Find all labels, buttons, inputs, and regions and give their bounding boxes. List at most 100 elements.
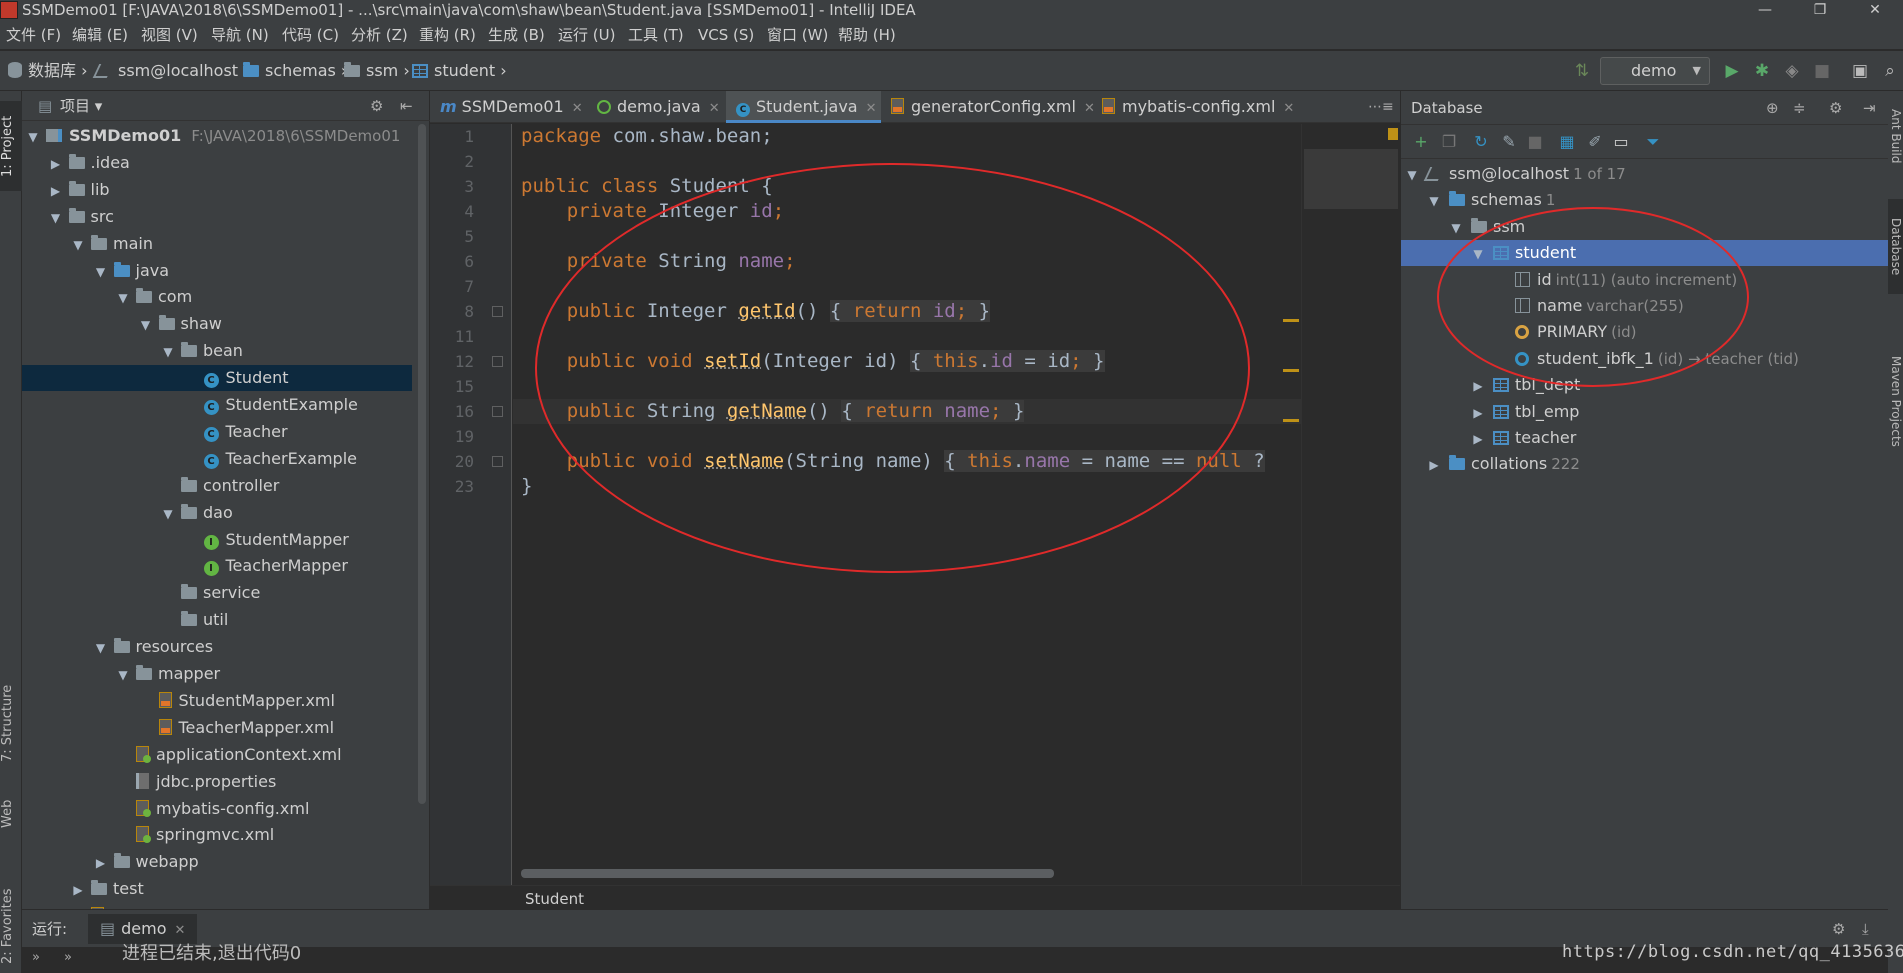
project-tree-item[interactable]: ▼ mapper	[22, 661, 412, 687]
copy-icon[interactable]: ❐	[1439, 132, 1459, 152]
database-tree-item[interactable]: id int(11) (auto increment)	[1401, 267, 1889, 293]
coverage-icon[interactable]: ◈	[1780, 59, 1804, 83]
folded-block[interactable]: { return id; }	[829, 300, 991, 322]
search-icon[interactable]: ⌕	[1878, 59, 1902, 83]
project-tree-item[interactable]: C Student	[22, 365, 412, 392]
warning-marker[interactable]	[1283, 419, 1299, 422]
project-tree-item[interactable]: ▶ lib	[22, 177, 412, 203]
chevron-icon[interactable]: »	[32, 950, 40, 965]
project-tree-item[interactable]: ▼ com	[22, 284, 412, 310]
crumb-schemas[interactable]: schemas ›	[243, 51, 347, 91]
chevron-right-icon[interactable]: ▶	[71, 877, 85, 903]
fold-toggle-icon[interactable]	[492, 406, 503, 417]
project-tree-item[interactable]: springmvc.xml	[22, 822, 412, 848]
project-tree-item[interactable]: jdbc.properties	[22, 769, 412, 795]
chevron-down-icon[interactable]: ▼	[161, 339, 175, 365]
project-view-select[interactable]: 项目 ▾	[60, 91, 102, 121]
refresh-icon[interactable]: ↻	[1471, 132, 1491, 152]
project-tree-item[interactable]: ▼ shaw	[22, 311, 412, 337]
chevron-down-icon[interactable]: ▼	[71, 232, 85, 258]
collapse-all-icon[interactable]: ≑	[1793, 91, 1806, 125]
chevron-down-icon[interactable]: ▼	[94, 635, 108, 661]
tab-web[interactable]: Web	[0, 791, 22, 836]
table-editor-icon[interactable]: ▦	[1557, 132, 1577, 152]
chevron-right-icon[interactable]: ▶	[1427, 452, 1441, 478]
project-tree-item[interactable]: ▼ resources	[22, 634, 412, 660]
tab-list-icon[interactable]: ⋯≡	[1368, 91, 1394, 123]
close-icon[interactable]: ✕	[866, 101, 877, 116]
crumb-table[interactable]: student ›	[412, 51, 507, 91]
database-tree-item[interactable]: name varchar(255)	[1401, 293, 1889, 319]
fold-toggle-icon[interactable]	[492, 306, 503, 317]
database-tree-item[interactable]: ▼ ssm@localhost 1 of 17	[1401, 161, 1889, 187]
project-tree-item[interactable]: TeacherMapper.xml	[22, 715, 412, 741]
tab-ssmdemo01[interactable]: m SSMDemo01 ✕	[430, 91, 587, 123]
hide-panel-icon[interactable]: ⇤	[400, 91, 413, 121]
menu-build[interactable]: 生成 (B)	[488, 20, 545, 50]
chevron-down-icon[interactable]: ▼	[116, 285, 130, 311]
menu-run[interactable]: 运行 (U)	[558, 20, 615, 50]
chevron-down-icon[interactable]: ▼	[1427, 188, 1441, 214]
edit-source-icon[interactable]: ✐	[1585, 132, 1605, 152]
chevron-right-icon[interactable]: ▶	[49, 178, 63, 204]
close-icon[interactable]: ✕	[709, 101, 720, 116]
chevron-down-icon[interactable]: ▼	[116, 662, 130, 688]
menu-vcs[interactable]: VCS (S)	[698, 20, 754, 50]
chevron-down-icon[interactable]: ▼	[1471, 241, 1485, 267]
folded-block[interactable]: { this.id = id; }	[909, 350, 1105, 372]
project-tree-item[interactable]: C TeacherExample	[22, 446, 412, 472]
chevron-down-icon[interactable]: ▼	[1405, 162, 1419, 188]
project-tree-item[interactable]: ▼ main	[22, 231, 412, 257]
chevron-down-icon[interactable]: ▼	[1449, 215, 1463, 241]
project-tree-item[interactable]: C Teacher	[22, 419, 412, 445]
stop-icon[interactable]: ■	[1525, 132, 1545, 152]
menu-help[interactable]: 帮助 (H)	[838, 20, 896, 50]
gear-icon[interactable]: ⚙	[1829, 91, 1842, 125]
database-tree-item[interactable]: ▶ tbl_emp	[1401, 399, 1889, 425]
close-button[interactable]: ✕	[1850, 0, 1900, 20]
menu-view[interactable]: 视图 (V)	[141, 20, 198, 50]
database-tree-item[interactable]: ▶ teacher	[1401, 425, 1889, 451]
menu-refactor[interactable]: 重构 (R)	[419, 20, 476, 50]
debug-icon[interactable]: ✱	[1750, 59, 1774, 83]
minimize-button[interactable]: —	[1740, 0, 1790, 20]
inspection-indicator[interactable]	[1388, 128, 1398, 140]
project-tree-item[interactable]: I TeacherMapper	[22, 553, 412, 579]
close-icon[interactable]: ✕	[572, 101, 583, 116]
close-icon[interactable]: ✕	[1283, 101, 1294, 116]
crumb-schema[interactable]: ssm ›	[344, 51, 410, 91]
menu-code[interactable]: 代码 (C)	[282, 20, 339, 50]
chevron-down-icon[interactable]: ▼	[49, 205, 63, 231]
project-tree-item[interactable]: ▶ .idea	[22, 150, 412, 176]
project-tree-item[interactable]: mybatis-config.xml	[22, 796, 412, 822]
tab-generatorconfig[interactable]: generatorConfig.xml ✕	[881, 91, 1095, 123]
project-tree-item[interactable]: controller	[22, 473, 412, 499]
stop-icon[interactable]: ■	[1810, 59, 1834, 83]
database-tree-item[interactable]: ▶ collations 222	[1401, 451, 1889, 477]
tab-student-java[interactable]: C Student.java ✕	[726, 91, 881, 123]
chevron-right-icon[interactable]: ▶	[1471, 373, 1485, 399]
folded-block[interactable]: { this.name = name == null ?	[944, 450, 1265, 472]
restore-button[interactable]: ❐	[1795, 0, 1845, 20]
chevron-right-icon[interactable]: ▶	[1471, 426, 1485, 452]
run-icon[interactable]: ▶	[1720, 59, 1744, 83]
tab-structure[interactable]: 7: Structure	[0, 671, 22, 776]
project-tree-item[interactable]: ▼ SSMDemo01 F:\JAVA\2018\6\SSMDemo01	[22, 123, 412, 149]
project-tree-item[interactable]: service	[22, 580, 412, 606]
folded-block[interactable]: { return name; }	[841, 400, 1025, 422]
menu-window[interactable]: 窗口 (W)	[767, 20, 828, 50]
chevron-right-icon[interactable]: ▶	[1471, 400, 1485, 426]
database-tree-item[interactable]: ▼ ssm	[1401, 214, 1889, 240]
project-tree-item[interactable]: ▼ bean	[22, 338, 412, 364]
console-icon[interactable]: ▭	[1611, 132, 1631, 152]
tab-maven-projects[interactable]: Maven Projects	[1888, 331, 1903, 471]
menu-edit[interactable]: 编辑 (E)	[72, 20, 128, 50]
add-icon[interactable]: +	[1411, 132, 1431, 152]
filter-icon[interactable]: ⏷	[1643, 132, 1663, 152]
project-tree-item[interactable]: ▶ test	[22, 876, 412, 902]
project-tree-item[interactable]: I StudentMapper	[22, 527, 412, 553]
project-structure-icon[interactable]: ▣	[1848, 59, 1872, 83]
database-tree-item[interactable]: ▼ schemas 1	[1401, 187, 1889, 213]
run-config-select[interactable]: demo ▼	[1600, 57, 1710, 85]
chevron-down-icon[interactable]: ▼	[139, 312, 153, 338]
